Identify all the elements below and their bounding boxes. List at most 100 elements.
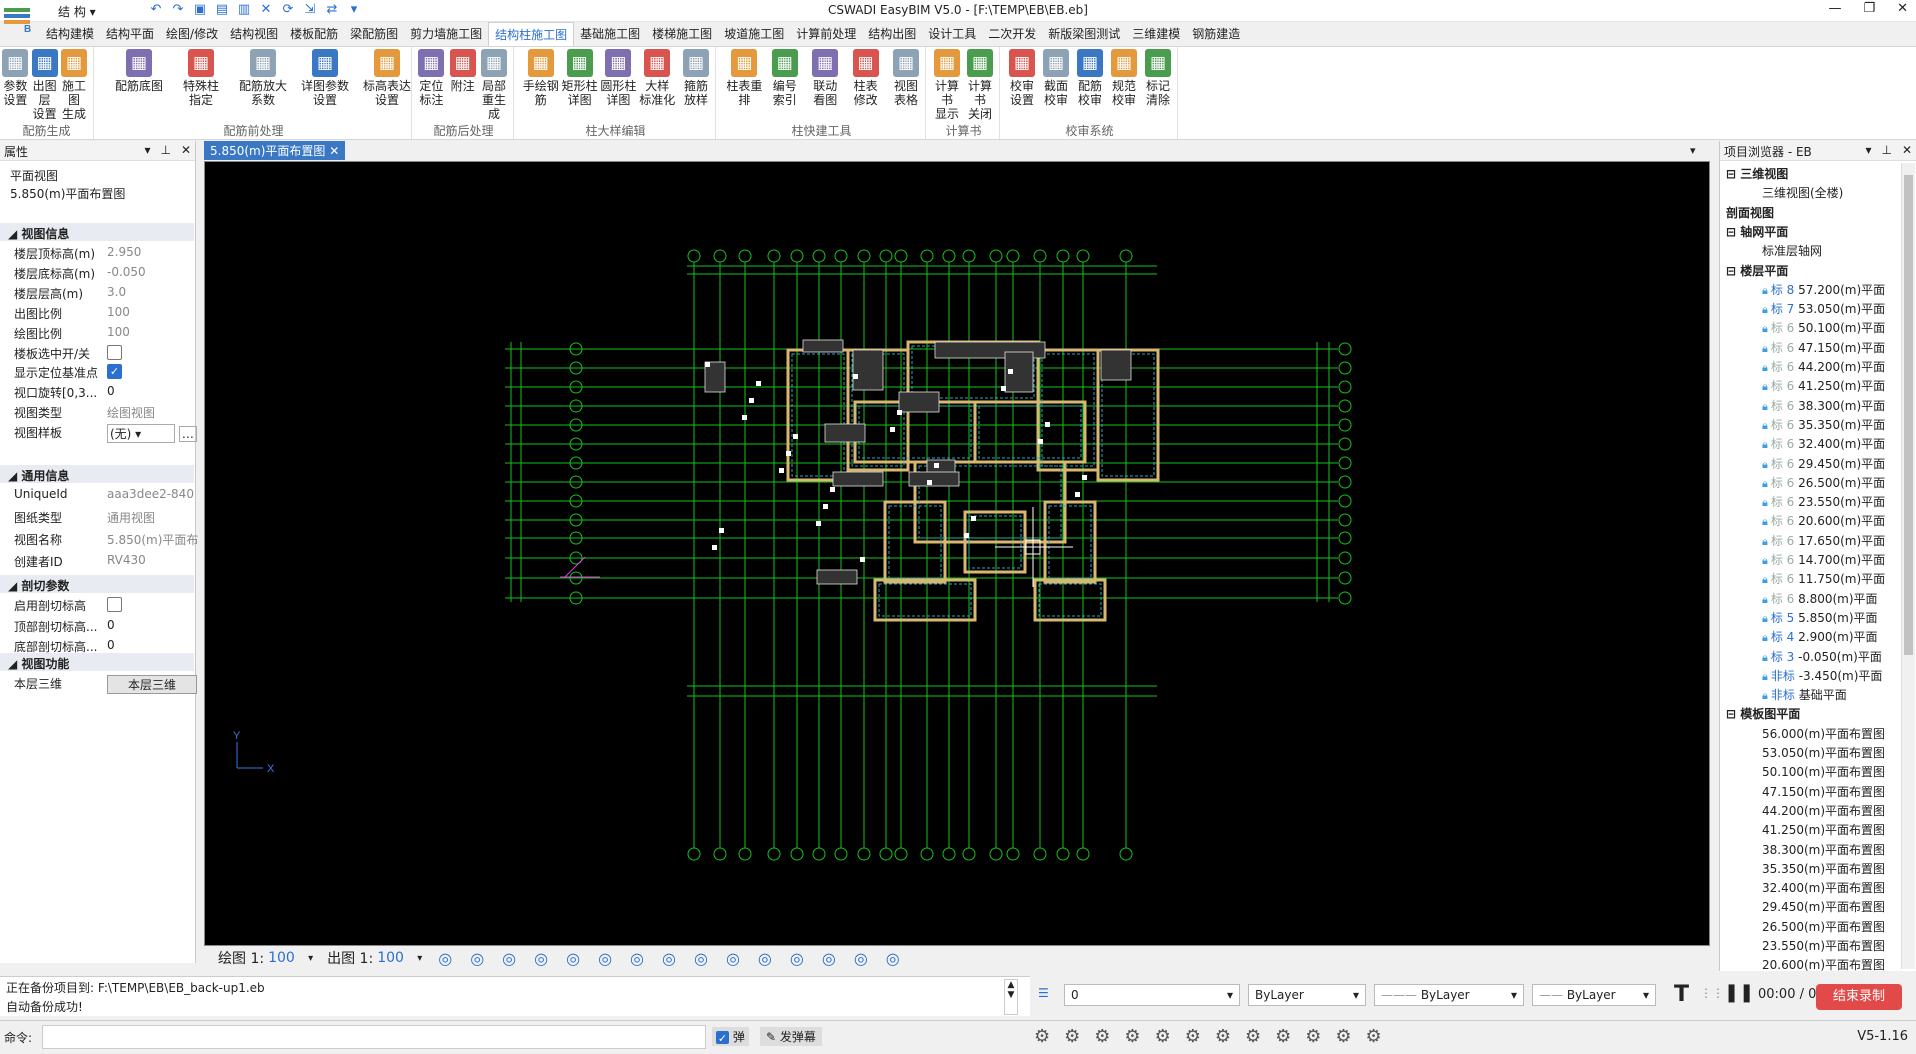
tree-item[interactable]: 🔒︎ 标 6 32.400(m)平面 xyxy=(1762,435,1885,452)
tree-item[interactable]: 32.400(m)平面布置图 xyxy=(1762,879,1885,896)
ribbon-button-15[interactable]: ▦ 箍筋 放样 xyxy=(677,49,716,119)
command-input[interactable] xyxy=(42,1025,706,1049)
ribbon-button-13[interactable]: ▦ 圆形柱 详图 xyxy=(599,49,638,119)
ribbon-button-5[interactable]: ▦ 配筋放大 系数 xyxy=(237,49,289,119)
ribbon-button-26[interactable]: ▦ 规范 校审 xyxy=(1107,49,1141,119)
section-func[interactable]: ◢ 视图功能 xyxy=(0,653,194,671)
tree-item[interactable]: 🔒︎ 非标 基础平面 xyxy=(1762,686,1847,703)
tree-item[interactable]: 🔒︎ 标 6 23.550(m)平面 xyxy=(1762,493,1885,510)
ribbon-button-20[interactable]: ▦ 视图 表格 xyxy=(886,49,926,119)
tab-11[interactable]: 计算前处理 xyxy=(790,22,862,46)
tree-item[interactable]: 🔒︎ 标 6 8.800(m)平面 xyxy=(1762,590,1878,607)
tree-item[interactable]: 🔒︎ 标 6 38.300(m)平面 xyxy=(1762,397,1885,414)
rotate-icon[interactable]: ⚙ xyxy=(1124,1026,1140,1047)
local-3d-button[interactable]: 本层三维 xyxy=(107,675,197,694)
tab-2[interactable]: 绘图/修改 xyxy=(160,22,224,46)
ribbon-button-2[interactable]: ▦ 施工图 生成 xyxy=(59,49,88,121)
pause-icon[interactable]: ❚❚ xyxy=(1724,982,1754,1003)
ribbon-button-18[interactable]: ▦ 联动 看图 xyxy=(805,49,845,119)
ribbon-button-14[interactable]: ▦ 大样 标准化 xyxy=(638,49,677,119)
drop-alt-icon[interactable]: ◎ xyxy=(598,949,612,968)
tree-item[interactable]: 🔒︎ 标 8 57.200(m)平面 xyxy=(1762,281,1885,298)
section-cut[interactable]: ◢ 剖切参数 xyxy=(0,575,194,593)
dwg-export-icon[interactable]: ⚙ xyxy=(1215,1026,1231,1047)
section-view_info[interactable]: ◢ 视图信息 xyxy=(0,223,194,241)
tree-item[interactable]: 🔒︎ 标 6 35.350(m)平面 xyxy=(1762,416,1885,433)
tree-item[interactable]: 🔒︎ 标 5 5.850(m)平面 xyxy=(1762,609,1878,626)
list-icon[interactable]: ⚙ xyxy=(1185,1026,1201,1047)
prop-value[interactable] xyxy=(107,597,202,612)
prop-value[interactable]: 5.850(m)平面布 xyxy=(107,531,202,548)
tree-item[interactable]: 三维视图(全楼) xyxy=(1762,184,1843,201)
minimize-icon[interactable]: — xyxy=(1828,1,1841,16)
window-alt-icon[interactable]: ◎ xyxy=(886,949,900,968)
chart-icon[interactable]: ⚙ xyxy=(1245,1026,1261,1047)
tab-5[interactable]: 梁配筋图 xyxy=(344,22,404,46)
prop-value[interactable]: -0.050 xyxy=(107,265,202,279)
ribbon-button-11[interactable]: ▦ 手绘钢筋 xyxy=(521,49,560,119)
tree-item[interactable]: 🔒︎ 标 6 17.650(m)平面 xyxy=(1762,532,1885,549)
tab-document[interactable]: 5.850(m)平面布置图 ✕ xyxy=(204,141,346,160)
panel-icon[interactable]: ⚙ xyxy=(1155,1026,1171,1047)
tree-item[interactable]: 47.150(m)平面布置图 xyxy=(1762,783,1885,800)
ribbon-button-8[interactable]: ▦ 定位 标注 xyxy=(416,49,447,119)
out-scale-dropdown-icon[interactable]: ▾ xyxy=(417,953,422,964)
ribbon-button-12[interactable]: ▦ 矩形柱 详图 xyxy=(560,49,599,119)
tree-group[interactable]: ⊟ 楼层平面 xyxy=(1726,262,1788,279)
checkbox[interactable] xyxy=(107,344,122,360)
tree-item[interactable]: 35.350(m)平面布置图 xyxy=(1762,860,1885,877)
prop-value[interactable]: 0 xyxy=(107,638,202,652)
prop-value[interactable]: 0 xyxy=(107,384,202,398)
grid-icon[interactable]: ◎ xyxy=(470,949,484,968)
tree-item[interactable]: 26.500(m)平面布置图 xyxy=(1762,918,1885,935)
tree-item[interactable]: 🔒︎ 标 7 53.050(m)平面 xyxy=(1762,300,1885,317)
ribbon-button-24[interactable]: ▦ 截面 校审 xyxy=(1039,49,1073,119)
ribbon-button-25[interactable]: ▦ 配筋 校审 xyxy=(1073,49,1107,119)
ribbon-button-9[interactable]: ▦ 附注 xyxy=(447,49,478,119)
tree-item[interactable]: 标准层轴网 xyxy=(1762,242,1822,259)
ribbon-button-4[interactable]: ▦ 特殊柱 指定 xyxy=(175,49,227,119)
tab-6[interactable]: 剪力墙施工图 xyxy=(404,22,488,46)
checkbox[interactable] xyxy=(107,597,122,612)
tree-item[interactable]: 🔒︎ 标 6 47.150(m)平面 xyxy=(1762,339,1885,356)
color-dropdown[interactable]: ByLayer ▾ xyxy=(1248,984,1366,1006)
tab-4[interactable]: 楼板配筋 xyxy=(284,22,344,46)
tree-item[interactable]: 🔒︎ 标 6 44.200(m)平面 xyxy=(1762,358,1885,375)
tree-item[interactable]: 38.300(m)平面布置图 xyxy=(1762,841,1885,858)
tree-item[interactable]: 🔒︎ 标 4 2.900(m)平面 xyxy=(1762,628,1878,645)
prop-value[interactable]: 100 xyxy=(107,325,202,339)
prop-value[interactable]: 2.950 xyxy=(107,245,202,259)
tree-item[interactable]: 🔒︎ 非标 -3.450(m)平面 xyxy=(1762,667,1882,684)
browser-scrollbar[interactable] xyxy=(1901,163,1915,969)
prop-value[interactable]: 100 xyxy=(107,305,202,319)
tab-10[interactable]: 坡道施工图 xyxy=(718,22,790,46)
panel-close-icon[interactable]: ✕ xyxy=(181,143,191,157)
tree-group[interactable]: ⊟ 三维视图 xyxy=(1726,165,1788,182)
bullet-toggle[interactable]: ✓ 弹 xyxy=(712,1027,749,1046)
dropdown-icon[interactable]: ▾ xyxy=(144,143,150,157)
tab-3[interactable]: 结构视图 xyxy=(224,22,284,46)
link-icon[interactable]: ⚙ xyxy=(1275,1026,1291,1047)
tree-item[interactable]: 🔒︎ 标 6 11.750(m)平面 xyxy=(1762,570,1885,587)
filter-icon[interactable]: ◎ xyxy=(822,949,836,968)
draw-scale-dropdown-icon[interactable]: ▾ xyxy=(308,953,313,964)
ribbon-button-27[interactable]: ▦ 标记 清除 xyxy=(1141,49,1175,119)
eye-off-icon[interactable]: ◎ xyxy=(438,949,452,968)
tree-item[interactable]: 23.550(m)平面布置图 xyxy=(1762,937,1885,954)
layer-icon[interactable]: ◎ xyxy=(758,949,772,968)
tree-item[interactable]: 29.450(m)平面布置图 xyxy=(1762,898,1885,915)
stop-recording-button[interactable]: 结束录制 xyxy=(1816,984,1902,1010)
browser-dropdown-icon[interactable]: ▾ xyxy=(1865,143,1871,157)
prop-value[interactable]: 本层三维 xyxy=(107,675,202,694)
ribbon-button-19[interactable]: ▦ 柱表 修改 xyxy=(845,49,885,119)
tab-8[interactable]: 基础施工图 xyxy=(574,22,646,46)
drawing-canvas[interactable]: XY xyxy=(204,161,1710,946)
window-icon[interactable]: ◎ xyxy=(854,949,868,968)
tree-item[interactable]: 🔒︎ 标 3 -0.050(m)平面 xyxy=(1762,648,1882,665)
browser-pin-icon[interactable]: ⊥ xyxy=(1881,143,1891,157)
ribbon-button-17[interactable]: ▦ 编号 索引 xyxy=(765,49,805,119)
ribbon-button-10[interactable]: ▦ 局部 重生成 xyxy=(478,49,509,121)
tree-item[interactable]: 🔒︎ 标 6 29.450(m)平面 xyxy=(1762,455,1885,472)
tree-item[interactable]: 53.050(m)平面布置图 xyxy=(1762,744,1885,761)
tree-group[interactable]: 剖面视图 xyxy=(1726,204,1774,221)
